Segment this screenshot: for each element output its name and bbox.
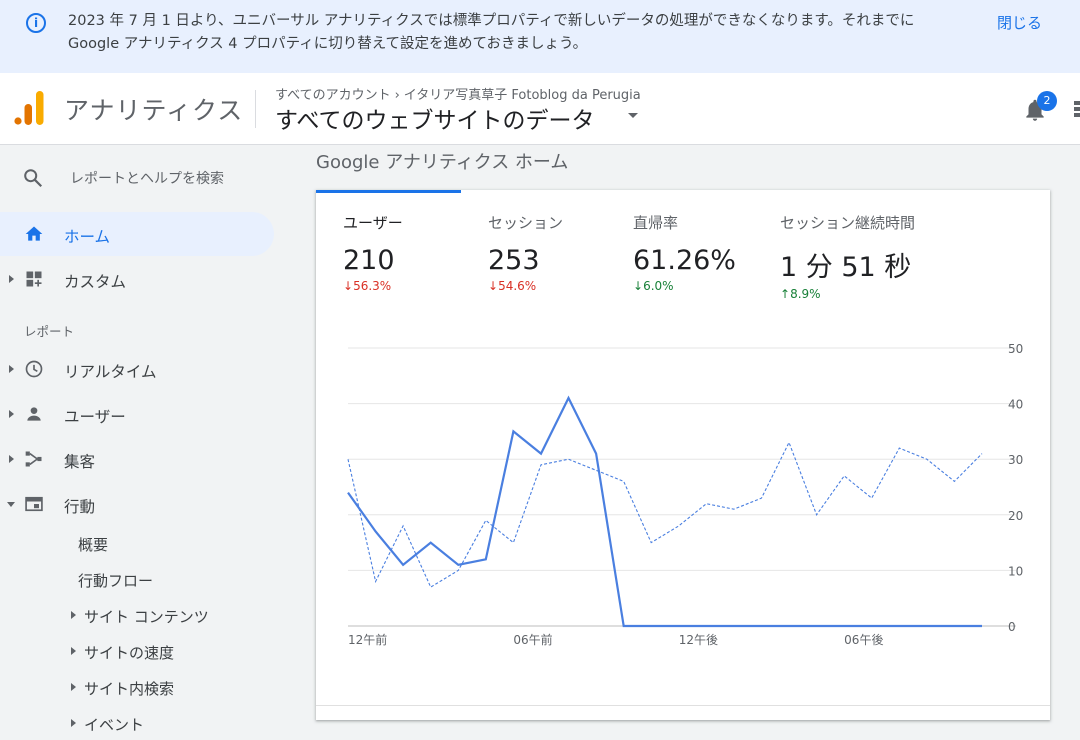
expand-arrow-icon[interactable] bbox=[71, 647, 76, 655]
overview-card: ユーザー 210 ↓56.3% セッション 253 ↓54.6% 直帰率 61.… bbox=[316, 190, 1050, 720]
apps-icon[interactable] bbox=[1074, 99, 1080, 119]
sidebar-subitem-label: 概要 bbox=[78, 536, 109, 554]
sidebar-subitem-events[interactable]: イベント bbox=[0, 706, 274, 740]
sidebar-item-label: 行動 bbox=[64, 498, 96, 516]
expand-arrow-icon[interactable] bbox=[71, 611, 76, 619]
home-icon bbox=[25, 226, 43, 241]
expand-arrow-icon[interactable] bbox=[71, 719, 76, 727]
metric-value: 61.26% bbox=[633, 245, 736, 276]
analytics-logo[interactable] bbox=[14, 90, 46, 126]
metric-change: ↓56.3% bbox=[343, 279, 392, 293]
reports-section-label: レポート bbox=[24, 324, 75, 339]
notification-badge: 2 bbox=[1037, 91, 1057, 111]
search-reports[interactable]: レポートとヘルプを検索 bbox=[0, 145, 283, 209]
metric-change: ↓54.6% bbox=[488, 279, 537, 293]
metric-users[interactable]: ユーザー 210 ↓56.3% bbox=[343, 212, 403, 293]
metric-sessions[interactable]: セッション 253 ↓54.6% bbox=[488, 212, 563, 293]
sidebar-subitem-label: サイトの速度 bbox=[84, 644, 175, 662]
search-input[interactable]: レポートとヘルプを検索 bbox=[70, 168, 224, 188]
view-selector[interactable]: すべてのウェブサイトのデータ bbox=[275, 101, 594, 135]
expand-arrow-icon[interactable] bbox=[9, 410, 14, 418]
metric-value: 210 bbox=[343, 245, 395, 276]
metric-value: 253 bbox=[488, 245, 540, 276]
sidebar-item-acquisition[interactable]: 集客 bbox=[0, 437, 274, 481]
acquisition-icon bbox=[25, 451, 42, 467]
metric-label: 直帰率 bbox=[633, 214, 679, 232]
metric-change: ↓6.0% bbox=[633, 279, 674, 293]
app-name: アナリティクス bbox=[64, 96, 244, 125]
metric-change: ↑8.9% bbox=[780, 287, 821, 301]
y-tick-label: 10 bbox=[1008, 564, 1023, 578]
y-tick-label: 40 bbox=[1008, 398, 1023, 412]
x-tick-label: 12午前 bbox=[348, 632, 387, 647]
sidebar-item-label: ホーム bbox=[64, 228, 111, 246]
sidebar-item-label: 集客 bbox=[64, 453, 96, 471]
sidebar-item-label: カスタム bbox=[64, 273, 127, 291]
page-title: Google アナリティクス ホーム bbox=[316, 152, 569, 173]
sidebar-item-custom[interactable]: カスタム bbox=[0, 257, 274, 301]
header-divider bbox=[255, 90, 256, 128]
sidebar-subitem-behavior-flow[interactable]: 行動フロー bbox=[0, 562, 274, 596]
y-tick-label: 0 bbox=[1008, 620, 1016, 634]
clock-icon bbox=[25, 360, 43, 378]
y-tick-label: 30 bbox=[1008, 453, 1023, 467]
expand-arrow-icon[interactable] bbox=[9, 455, 14, 463]
y-tick-label: 20 bbox=[1008, 509, 1023, 523]
sidebar-subitem-label: イベント bbox=[84, 716, 145, 734]
metric-session-duration[interactable]: セッション継続時間 1 分 51 秒 ↑8.9% bbox=[780, 212, 915, 301]
y-tick-label: 50 bbox=[1008, 342, 1023, 356]
sidebar-item-realtime[interactable]: リアルタイム bbox=[0, 347, 274, 391]
sidebar: レポートとヘルプを検索 ホーム カスタム レポート リアルタイム ユーザー 集客… bbox=[0, 145, 283, 734]
series-line-current bbox=[347, 395, 982, 628]
sidebar-item-label: ユーザー bbox=[64, 408, 126, 426]
sidebar-subitem-site-speed[interactable]: サイトの速度 bbox=[0, 634, 274, 668]
notice-banner: i 2023 年 7 月 1 日より、ユニバーサル アナリティクスでは標準プロパ… bbox=[0, 0, 1080, 73]
sidebar-subitem-site-content[interactable]: サイト コンテンツ bbox=[0, 598, 274, 632]
search-icon bbox=[24, 169, 43, 188]
metric-label: ユーザー bbox=[343, 214, 403, 232]
caret-down-icon[interactable] bbox=[628, 113, 638, 118]
sidebar-subitem-site-search[interactable]: サイト内検索 bbox=[0, 670, 274, 704]
person-icon bbox=[27, 407, 41, 421]
sidebar-subitem-label: サイト内検索 bbox=[84, 680, 175, 698]
sidebar-item-home[interactable]: ホーム bbox=[0, 212, 274, 256]
selected-tab-indicator bbox=[316, 190, 461, 193]
expand-arrow-icon[interactable] bbox=[71, 683, 76, 691]
expand-arrow-icon[interactable] bbox=[9, 275, 14, 283]
metric-label: セッション bbox=[488, 214, 564, 232]
app-header: アナリティクス すべてのアカウント › イタリア写真草子 Fotoblog da P… bbox=[0, 73, 1080, 145]
users-line-chart: 0 10 20 30 40 50 12午前 06午前 12午後 06午後 bbox=[347, 342, 1023, 647]
sidebar-item-behavior[interactable]: 行動 bbox=[0, 482, 274, 526]
sidebar-item-audience[interactable]: ユーザー bbox=[0, 392, 274, 436]
sidebar-subitem-overview[interactable]: 概要 bbox=[0, 526, 274, 560]
behavior-icon bbox=[25, 496, 43, 512]
dashboard-icon bbox=[26, 271, 42, 287]
banner-text: 2023 年 7 月 1 日より、ユニバーサル アナリティクスでは標準プロパティ… bbox=[68, 13, 915, 52]
close-banner-button[interactable]: 閉じる bbox=[997, 12, 1042, 33]
metric-bounce-rate[interactable]: 直帰率 61.26% ↓6.0% bbox=[633, 212, 736, 293]
info-icon: i bbox=[26, 13, 46, 33]
sidebar-item-label: リアルタイム bbox=[64, 363, 157, 381]
x-tick-label: 12午後 bbox=[679, 633, 718, 647]
x-tick-label: 06午前 bbox=[513, 632, 552, 647]
sidebar-subitem-label: 行動フロー bbox=[78, 572, 154, 590]
sidebar-subitem-label: サイト コンテンツ bbox=[84, 608, 209, 626]
metric-label: セッション継続時間 bbox=[780, 214, 916, 232]
collapse-arrow-icon[interactable] bbox=[7, 502, 15, 507]
expand-arrow-icon[interactable] bbox=[9, 365, 14, 373]
metric-value: 1 分 51 秒 bbox=[780, 252, 912, 283]
x-tick-label: 06午後 bbox=[844, 633, 883, 647]
card-divider bbox=[316, 705, 1050, 706]
